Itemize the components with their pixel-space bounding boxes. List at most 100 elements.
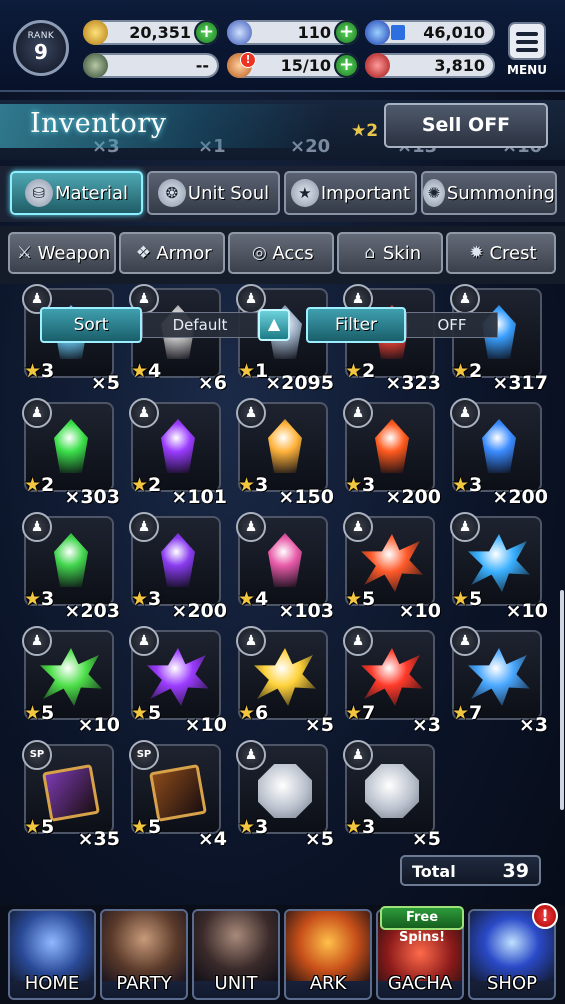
item-rarity: ★2	[24, 474, 55, 496]
item-rarity: ★3	[345, 474, 376, 496]
material-type-icon: ♟	[129, 512, 159, 542]
crystal-icon	[268, 533, 302, 587]
material-type-icon: ♟	[129, 398, 159, 428]
nav-label: HOME	[24, 973, 80, 994]
gil-add-button[interactable]: +	[194, 20, 219, 45]
nav-home[interactable]: HOME	[8, 909, 96, 1000]
party-portrait-icon	[102, 911, 186, 981]
item-slot[interactable]: SP ★5 ×4	[129, 740, 227, 850]
crystal-cluster-icon	[468, 648, 530, 706]
crystal-cluster-icon	[361, 534, 423, 592]
item-slot[interactable]: ♟ ★5 ×10	[343, 512, 441, 622]
item-slot[interactable]: SP ★5 ×35	[22, 740, 120, 850]
subtab-armor[interactable]: ❖ Armor	[119, 232, 225, 274]
material-type-icon: ♟	[22, 398, 52, 428]
scrollbar[interactable]	[560, 590, 564, 810]
item-quantity: ×6	[197, 372, 227, 394]
total-label: Total	[412, 862, 456, 881]
behind-star: ★2	[351, 121, 379, 141]
nav-ark[interactable]: ARK	[284, 909, 372, 1000]
lapis-add-button[interactable]: +	[334, 20, 359, 45]
sp-type-icon: SP	[22, 740, 52, 770]
esper-icon: ✺	[423, 179, 445, 207]
item-slot[interactable]: ♟ ★4 ×103	[236, 512, 334, 622]
tab-unit-soul[interactable]: ❂ Unit Soul	[147, 171, 280, 215]
item-quantity: ×3	[518, 714, 548, 736]
tome-icon	[149, 764, 207, 822]
item-slot[interactable]: ♟ ★3 ×200	[343, 398, 441, 508]
stamina-add-button[interactable]: +	[334, 53, 359, 78]
item-slot[interactable]: ♟ ★3 ×200	[450, 398, 548, 508]
lapis-counter: 110 +	[227, 20, 359, 45]
material-type-icon: ♟	[22, 512, 52, 542]
sort-button[interactable]: Sort	[40, 307, 142, 343]
crest-stone-icon	[365, 764, 419, 818]
nav-party[interactable]: PARTY	[100, 909, 188, 1000]
tab-material[interactable]: ⛁ Material	[10, 171, 143, 215]
nav-label: GACHA	[387, 973, 453, 994]
tab-summoning[interactable]: ✺ Summoning	[421, 171, 557, 215]
item-quantity: ×2095	[265, 372, 334, 394]
vision-value: --	[195, 56, 209, 75]
filter-value[interactable]: OFF	[406, 312, 498, 338]
exp-value: 46,010	[423, 23, 485, 42]
material-type-icon: ♟	[129, 626, 159, 656]
soul-icon: ❂	[157, 179, 186, 207]
item-quantity: ×203	[64, 600, 120, 622]
rank-badge[interactable]: RANK 9	[13, 20, 69, 76]
tab-label: Summoning	[446, 182, 555, 204]
filter-button[interactable]: Filter	[306, 307, 406, 343]
item-rarity: ★5	[24, 816, 55, 838]
hanger-icon: ⌂	[364, 243, 376, 263]
subtab-crest[interactable]: ✹ Crest	[446, 232, 556, 274]
item-slot[interactable]: ♟ ★2 ×303	[22, 398, 120, 508]
item-slot[interactable]: ♟ ★2 ×101	[129, 398, 227, 508]
item-rarity: ★1	[238, 360, 269, 382]
item-slot[interactable]: ♟ ★5 ×10	[22, 626, 120, 736]
subtab-accs[interactable]: ◎ Accs	[228, 232, 334, 274]
item-slot[interactable]: ♟ ★7 ×3	[343, 626, 441, 736]
menu-button[interactable]: MENU	[505, 22, 549, 78]
sort-value[interactable]: Default	[142, 312, 258, 338]
item-slot[interactable]: ♟ ★3 ×150	[236, 398, 334, 508]
item-slot[interactable]: ♟ ★3 ×200	[129, 512, 227, 622]
item-quantity: ×10	[184, 714, 227, 736]
item-quantity: ×5	[90, 372, 120, 394]
menu-label: MENU	[507, 63, 547, 77]
crystal-cluster-icon	[40, 648, 102, 706]
crystal-cluster-icon	[147, 648, 209, 706]
exp-orb-icon	[365, 20, 390, 45]
item-slot[interactable]: ♟ ★3 ×5	[236, 740, 334, 850]
crest-icon: ✹	[469, 243, 484, 263]
item-slot[interactable]: ♟ ★5 ×10	[450, 512, 548, 622]
gil-coin-icon	[83, 20, 108, 45]
material-type-icon: ♟	[450, 512, 480, 542]
ring-icon: ◎	[251, 243, 267, 263]
arena-counter: 3,810	[365, 53, 495, 78]
material-type-icon: ♟	[236, 626, 266, 656]
item-rarity: ★7	[345, 702, 376, 724]
material-type-icon: ♟	[343, 398, 373, 428]
item-slot[interactable]: ♟ ★3 ×203	[22, 512, 120, 622]
subtab-skin[interactable]: ⌂ Skin	[337, 232, 443, 274]
nav-unit[interactable]: UNIT	[192, 909, 280, 1000]
item-rarity: ★5	[24, 702, 55, 724]
stamina-alert-icon: !	[240, 52, 256, 68]
item-quantity: ×323	[385, 372, 441, 394]
tab-label: Unit Soul	[187, 182, 270, 204]
item-quantity: ×101	[171, 486, 227, 508]
item-slot[interactable]: ♟ ★7 ×3	[450, 626, 548, 736]
item-slot[interactable]: ♟ ★5 ×10	[129, 626, 227, 736]
material-type-icon: ♟	[343, 740, 373, 770]
sell-off-button[interactable]: Sell OFF	[384, 103, 548, 148]
sort-direction-icon[interactable]: ▲	[258, 309, 290, 341]
item-slot[interactable]: ♟ ★3 ×5	[343, 740, 441, 850]
subtab-label: Skin	[382, 242, 422, 264]
item-rarity: ★3	[131, 588, 162, 610]
item-quantity: ×10	[505, 600, 548, 622]
tab-important[interactable]: ★ Important	[284, 171, 417, 215]
item-slot[interactable]: ♟ ★6 ×5	[236, 626, 334, 736]
sword-icon: ⚔	[17, 243, 33, 263]
nav-label: UNIT	[214, 973, 258, 994]
subtab-weapon[interactable]: ⚔ Weapon	[8, 232, 116, 274]
